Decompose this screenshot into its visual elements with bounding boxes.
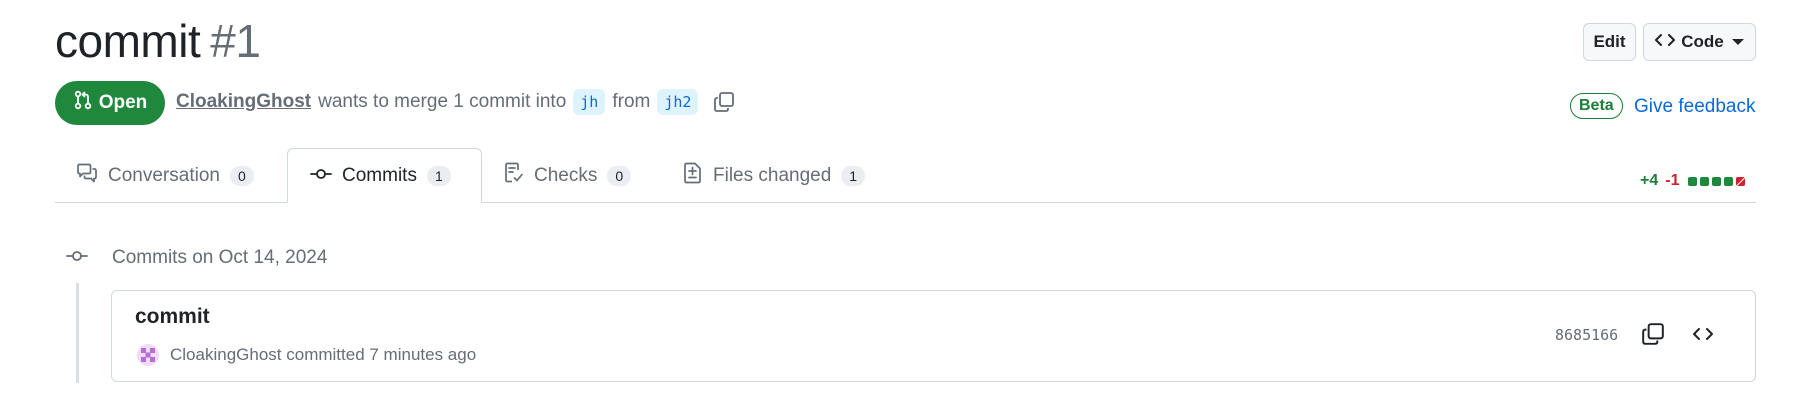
base-branch[interactable]: jh: [573, 89, 606, 115]
code-icon: [1692, 326, 1714, 347]
browse-repo-button[interactable]: [1685, 318, 1721, 354]
commit-title-link[interactable]: commit: [135, 305, 210, 329]
timeline-line: [76, 283, 79, 383]
diffstat-block-added: [1724, 176, 1734, 186]
diffstat: +4 -1: [1640, 172, 1746, 190]
author-link[interactable]: CloakingGhost: [176, 91, 311, 113]
tab-checks-count: 0: [607, 165, 632, 186]
tab-files-changed-count: 1: [841, 165, 866, 186]
deletions-count: -1: [1665, 172, 1680, 189]
commit-group-title: Commits on Oct 14, 2024: [112, 247, 328, 268]
file-diff-icon: [683, 162, 703, 190]
commit-sha-link[interactable]: 8685166: [1555, 326, 1618, 344]
git-commit-icon: [310, 165, 332, 187]
diffstat-block-deleted: [1736, 176, 1746, 186]
tab-commits[interactable]: Commits 1: [287, 148, 482, 203]
pr-title-text: commit: [55, 15, 201, 67]
tab-commits-count: 1: [426, 165, 451, 186]
git-commit-icon: [66, 249, 88, 268]
from-text: from: [612, 91, 651, 112]
commit-author-link[interactable]: CloakingGhost: [170, 345, 282, 364]
code-button[interactable]: Code: [1643, 23, 1756, 61]
head-branch[interactable]: jh2: [657, 89, 699, 115]
tab-conversation[interactable]: Conversation 0: [76, 148, 254, 203]
status-badge: Open: [55, 81, 165, 125]
tab-conversation-label: Conversation: [108, 164, 220, 186]
tab-checks-label: Checks: [534, 164, 598, 186]
commit-card: [111, 290, 1756, 382]
status-label: Open: [98, 92, 148, 113]
diffstat-block-added: [1688, 176, 1698, 186]
tab-checks[interactable]: Checks 0: [504, 148, 632, 203]
pr-meta: CloakingGhost wants to merge 1 commit in…: [176, 86, 735, 118]
edit-button-label: Edit: [1593, 32, 1626, 51]
beta-badge: Beta: [1570, 93, 1623, 119]
edit-button[interactable]: Edit: [1583, 23, 1636, 61]
checklist-icon: [504, 162, 524, 190]
commit-time: committed 7 minutes ago: [286, 345, 477, 364]
comment-discussion-icon: [76, 163, 98, 189]
commit-meta: CloakingGhost committed 7 minutes ago: [170, 345, 476, 365]
additions-count: +4: [1640, 172, 1659, 189]
tab-files-changed-label: Files changed: [713, 164, 832, 186]
copy-icon: [1641, 322, 1665, 351]
tab-files-changed[interactable]: Files changed 1: [683, 148, 866, 203]
tab-commits-label: Commits: [342, 164, 417, 186]
code-icon: [1655, 32, 1676, 53]
tab-conversation-count: 0: [229, 165, 254, 186]
avatar[interactable]: [137, 344, 159, 366]
copy-branch-icon[interactable]: [713, 91, 735, 113]
diffstat-block-added: [1712, 176, 1722, 186]
git-pull-request-icon: [73, 90, 93, 116]
pr-title: commit #1: [55, 14, 261, 68]
give-feedback-link[interactable]: Give feedback: [1634, 96, 1755, 118]
code-button-label: Code: [1681, 32, 1724, 51]
copy-sha-button[interactable]: [1635, 318, 1671, 354]
merge-text: wants to merge 1 commit into: [318, 91, 567, 112]
caret-down-icon: [1731, 39, 1744, 45]
pr-number: #1: [210, 15, 261, 67]
diffstat-block-added: [1700, 176, 1710, 186]
